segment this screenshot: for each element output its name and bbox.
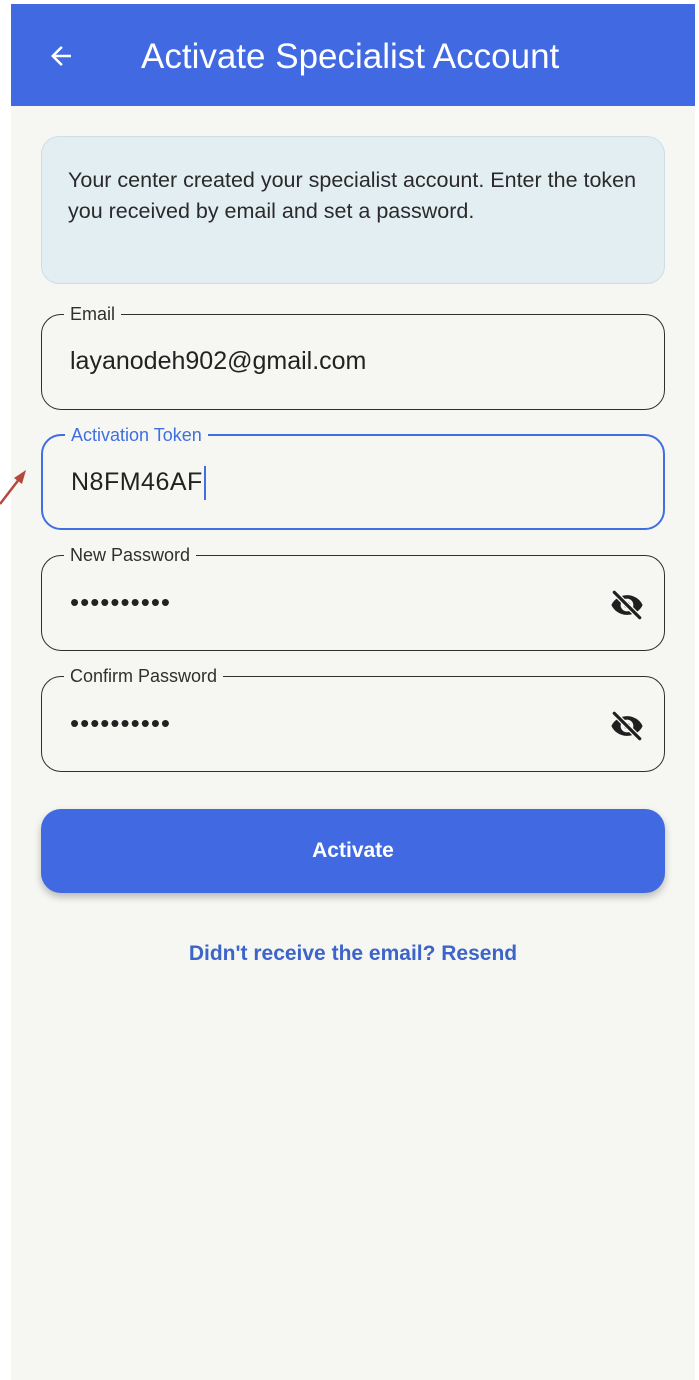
new-password-field[interactable]: New Password •••••••••• [41,544,665,651]
arrow-left-icon [51,46,71,66]
activation-token-label: Activation Token [65,424,208,446]
new-password-input[interactable]: •••••••••• [70,582,171,622]
activation-screen: Activate Specialist Account Your center … [11,4,695,1380]
activate-button[interactable]: Activate [41,809,665,893]
email-field[interactable]: Email layanodeh902@gmail.com [41,303,665,410]
confirm-password-input[interactable]: •••••••••• [70,703,171,743]
confirm-password-label: Confirm Password [64,665,224,687]
annotation-arrow-icon [0,470,26,505]
info-message: Your center created your specialist acco… [41,136,665,284]
activation-token-field[interactable]: Activation Token N8FM46AF [41,424,665,530]
toggle-new-password-visibility-button[interactable] [608,586,646,624]
app-bar: Activate Specialist Account [11,4,695,106]
email-input[interactable]: layanodeh902@gmail.com [70,341,366,381]
resend-email-link[interactable]: Didn't receive the email? Resend [11,942,695,966]
eye-off-icon [611,589,643,621]
eye-off-icon [611,710,643,742]
activation-token-input[interactable]: N8FM46AF [71,462,206,502]
new-password-label: New Password [64,544,197,566]
activation-token-value: N8FM46AF [71,468,203,496]
confirm-password-field[interactable]: Confirm Password •••••••••• [41,665,665,772]
page-title: Activate Specialist Account [141,37,560,76]
back-button[interactable] [39,34,83,78]
toggle-confirm-password-visibility-button[interactable] [608,707,646,745]
email-label: Email [64,303,122,325]
text-caret [203,466,206,501]
